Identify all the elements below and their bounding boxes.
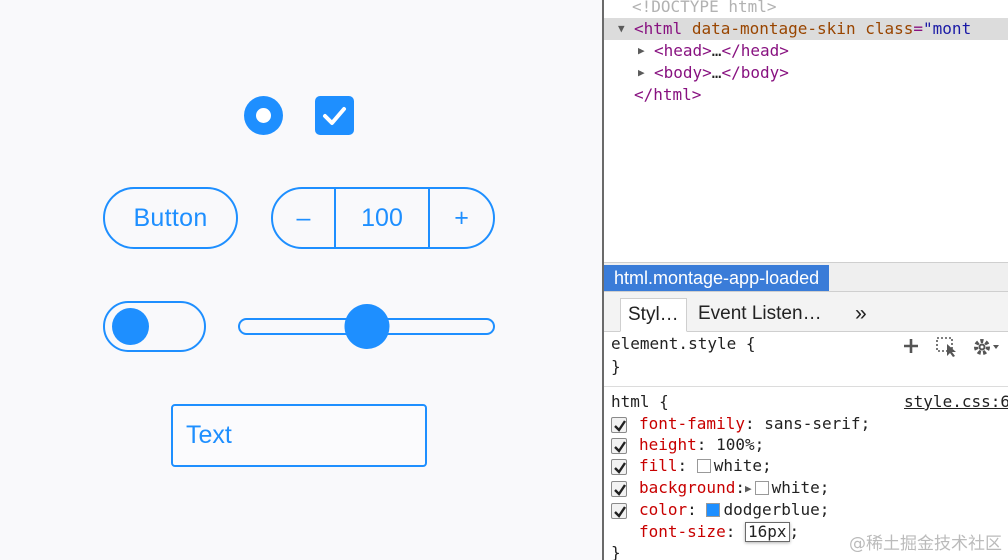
property-value[interactable]: 100%; [716,435,764,454]
text-field[interactable]: Text [171,404,427,467]
disclosure-triangle-icon[interactable]: ▶ [638,40,645,62]
devtools-panel: <!DOCTYPE html> ▼ <html data-montage-ski… [602,0,1008,560]
toggle-switch[interactable] [103,301,206,352]
sidebar-tabs: Styl… Event Listen… » [604,292,1008,332]
property-checkbox[interactable] [611,459,627,475]
rule-selector[interactable]: html { [611,391,669,413]
montage-demo-panel: Button – 100 + Text [0,0,602,560]
property-name[interactable]: background [639,478,735,497]
gear-icon[interactable] [972,337,1002,361]
breadcrumb-item-html[interactable]: html.montage-app-loaded [604,265,830,291]
style-property: color: dodgerblue; [604,499,1008,521]
more-tabs-button[interactable]: » [848,298,874,332]
style-property: fill: white; [604,455,1008,477]
body-tag-close: </body> [721,63,789,82]
property-checkbox[interactable] [611,438,627,454]
tab-event-listeners[interactable]: Event Listen… [691,298,829,332]
property-checkbox[interactable] [611,503,627,519]
disclosure-triangle-icon[interactable]: ▼ [618,18,625,40]
html-node-selected[interactable]: ▼ <html data-montage-skin class="mont [604,18,1008,40]
html-tag-open: <html [634,19,683,38]
property-name[interactable]: fill [639,456,678,475]
color-swatch[interactable] [706,503,721,517]
color-swatch[interactable] [696,459,711,473]
decrement-button[interactable]: – [273,189,336,247]
disclosure-triangle-icon[interactable]: ▶ [638,62,645,84]
property-checkbox[interactable] [611,481,627,497]
html-class-attribute: class [865,19,914,38]
slider-thumb[interactable] [344,304,389,349]
plus-icon[interactable] [902,337,920,359]
property-name[interactable]: height [639,435,697,454]
head-tag-close: </head> [721,41,789,60]
color-swatch[interactable] [754,481,769,495]
element-style-rule: element.style { } [604,332,1008,387]
html-class-value: "mont [923,19,972,38]
element-picker-icon[interactable] [936,337,960,361]
number-stepper[interactable]: – 100 + [271,187,495,249]
property-value[interactable]: sans-serif; [764,414,870,433]
property-name[interactable]: color [639,500,687,519]
checkmark-icon [323,107,346,125]
toggle-knob[interactable] [112,308,149,345]
stylesheet-link[interactable]: style.css:6 [904,391,1008,413]
style-property: height: 100%; [604,434,1008,456]
html-attribute-name: data-montage-skin [691,19,856,38]
doctype-text: <!DOCTYPE html> [632,0,777,16]
demo-button[interactable]: Button [103,187,238,249]
expand-triangle-icon[interactable]: ▶ [745,478,752,500]
head-tag-open: <head> [654,41,712,60]
radio-checked-icon [256,108,271,123]
breadcrumb: html.montage-app-loaded [604,262,1008,292]
property-value[interactable]: dodgerblue; [723,500,829,519]
body-node[interactable]: ▶ <body>…</body> [604,62,1008,84]
head-node[interactable]: ▶ <head>…</head> [604,40,1008,62]
range-slider[interactable] [238,304,495,349]
property-value-editor[interactable]: 16px [744,522,790,542]
html-close-node[interactable]: </html> [634,84,701,106]
property-name[interactable]: font-size [639,522,726,541]
property-value[interactable]: white; [772,478,830,497]
property-name[interactable]: font-family [639,414,745,433]
tab-styles[interactable]: Styl… [620,298,687,332]
property-value[interactable]: white; [714,456,772,475]
property-checkbox[interactable] [611,417,627,433]
rule-close-brace: } [611,543,621,560]
increment-button[interactable]: + [430,189,493,247]
stepper-value[interactable]: 100 [336,189,430,247]
html-tag-close: </html> [634,85,702,104]
checkbox[interactable] [315,96,354,135]
style-property: background:▶ white; [604,477,1008,499]
head-ellipsis: … [711,41,722,60]
style-property: font-family: sans-serif; [604,413,1008,435]
radio-button[interactable] [244,96,283,135]
doctype-node[interactable]: <!DOCTYPE html> [632,0,777,18]
element-style-close-brace: } [611,357,621,376]
body-tag-open: <body> [654,63,712,82]
watermark: @稀土掘金技术社区 [849,534,1002,554]
element-style-selector[interactable]: element.style { [611,333,756,355]
dom-tree: <!DOCTYPE html> ▼ <html data-montage-ski… [604,0,1008,262]
body-ellipsis: … [711,63,722,82]
